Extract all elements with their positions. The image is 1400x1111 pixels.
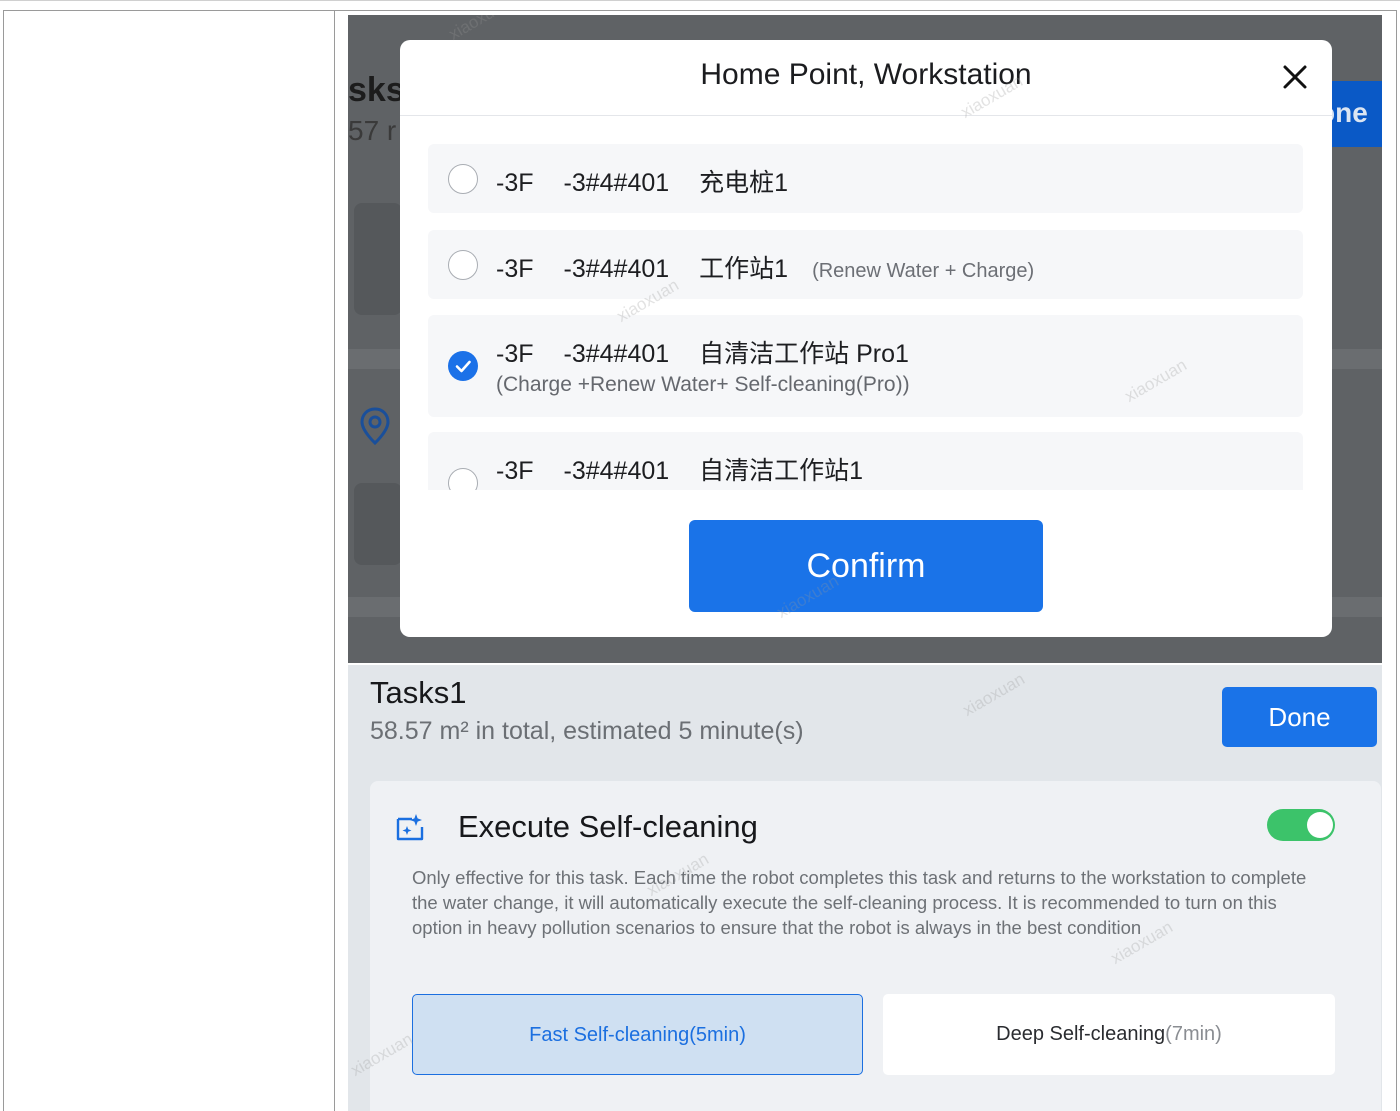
workstation-option[interactable]: -3F -3#4#401 工作站1 (Renew Water + Charge) — [428, 230, 1303, 299]
option-name: 工作站1 — [699, 255, 789, 283]
background-title-fragment: sks — [348, 71, 405, 109]
option-floor: -3F — [496, 169, 534, 197]
radio-unchecked-icon[interactable] — [448, 250, 478, 280]
option-floor: -3F — [496, 340, 534, 368]
option-main-line: -3F -3#4#401 自清洁工作站 Pro1 — [496, 334, 939, 370]
fast-self-cleaning-button[interactable]: Fast Self-cleaning(5min) — [412, 994, 863, 1075]
radio-unchecked-icon[interactable] — [448, 468, 478, 490]
deep-self-cleaning-button[interactable]: Deep Self-cleaning(7min) — [883, 994, 1335, 1075]
option-main-line: -3F -3#4#401 工作站1 (Renew Water + Charge) — [496, 249, 1064, 285]
toggle-knob — [1307, 812, 1333, 838]
option-code: -3#4#401 — [563, 340, 670, 368]
deep-mode-duration: (7min) — [1165, 1023, 1222, 1045]
dialog-header: Home Point, Workstation — [400, 40, 1332, 116]
close-icon[interactable] — [1278, 60, 1312, 94]
checkmark-icon — [455, 360, 471, 373]
dialog-title: Home Point, Workstation — [700, 58, 1032, 91]
option-code: -3#4#401 — [563, 255, 670, 283]
background-card — [354, 483, 402, 565]
option-name: 充电桩1 — [699, 169, 789, 197]
self-cleaning-toggle[interactable] — [1267, 809, 1335, 841]
radio-unchecked-icon[interactable] — [448, 164, 478, 194]
background-summary-fragment: 57 r — [348, 115, 397, 146]
workstation-modal-screenshot: sks 57 r one Home Point, Workstation -3F… — [348, 15, 1382, 663]
radio-checked-icon[interactable] — [448, 351, 478, 381]
option-floor: -3F — [496, 457, 534, 485]
workstation-dialog: Home Point, Workstation -3F -3#4#401 充电桩1 … — [400, 40, 1332, 637]
self-cleaning-title: Execute Self-cleaning — [458, 809, 758, 844]
done-button[interactable]: Done — [1222, 687, 1377, 747]
option-floor: -3F — [496, 255, 534, 283]
top-rule — [0, 0, 1400, 1]
option-name: 自清洁工作站1 — [699, 457, 864, 485]
option-capability-tag: (Renew Water + Charge) — [812, 260, 1035, 282]
option-code: -3#4#401 — [563, 169, 670, 197]
option-name: 自清洁工作站 Pro1 — [699, 340, 909, 368]
option-capability-sub: (Charge +Renew Water+ Self-cleaning(Pro)… — [496, 373, 910, 396]
task-summary: 58.57 m² in total, estimated 5 minute(s) — [370, 717, 804, 745]
table-column-divider — [334, 11, 335, 1111]
confirm-button[interactable]: Confirm — [689, 520, 1043, 612]
option-main-line: -3F -3#4#401 充电桩1 — [496, 163, 818, 199]
deep-mode-label: Deep Self-cleaning — [996, 1023, 1166, 1045]
sparkle-clean-icon — [396, 814, 424, 841]
self-cleaning-description: Only effective for this task. Each time … — [412, 867, 1307, 938]
workstation-option[interactable]: -3F -3#4#401 充电桩1 — [428, 144, 1303, 213]
workstation-option-selected[interactable]: -3F -3#4#401 自清洁工作站 Pro1 (Charge +Renew Wa… — [428, 315, 1303, 417]
option-code: -3#4#401 — [563, 457, 670, 485]
workstation-list[interactable]: -3F -3#4#401 充电桩1 -3F -3#4#401 工作站1 (Renew Wa… — [428, 144, 1304, 490]
tasks-screenshot: Tasks1 58.57 m² in total, estimated 5 mi… — [348, 665, 1382, 1111]
workstation-option[interactable]: -3F -3#4#401 自清洁工作站1 — [428, 432, 1303, 490]
option-main-line: -3F -3#4#401 自清洁工作站1 — [496, 451, 893, 487]
location-pin-icon — [360, 407, 390, 445]
task-title: Tasks1 — [370, 675, 467, 710]
background-card — [354, 203, 402, 315]
watermark: xiaoxuan — [959, 669, 1029, 720]
